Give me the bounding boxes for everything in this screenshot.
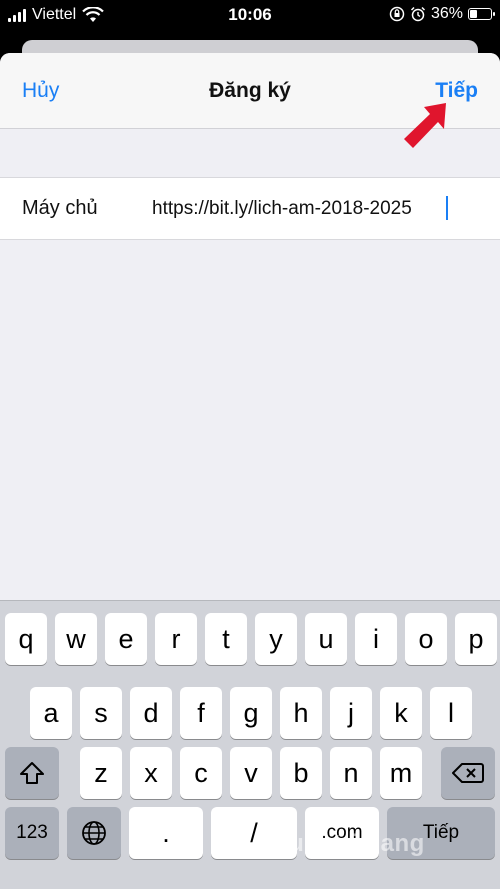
key-u[interactable]: u xyxy=(305,613,347,665)
key-dot[interactable]: . xyxy=(129,807,203,859)
key-o[interactable]: o xyxy=(405,613,447,665)
watermark-logo: Quantrimang xyxy=(270,830,425,857)
key-v[interactable]: v xyxy=(230,747,272,799)
key-b[interactable]: b xyxy=(280,747,322,799)
delete-key[interactable] xyxy=(441,747,495,799)
key-i[interactable]: i xyxy=(355,613,397,665)
battery-percent: 36% xyxy=(430,5,463,22)
shift-key[interactable] xyxy=(5,747,59,799)
key-d[interactable]: d xyxy=(130,687,172,739)
status-right: 36% xyxy=(389,5,495,23)
globe-key[interactable] xyxy=(67,807,121,859)
shift-icon xyxy=(20,762,44,784)
key-c[interactable]: c xyxy=(180,747,222,799)
key-e[interactable]: e xyxy=(105,613,147,665)
server-label: Máy chủ xyxy=(22,197,98,219)
server-input[interactable] xyxy=(152,194,452,224)
battery-fill xyxy=(470,10,478,18)
globe-icon xyxy=(82,821,106,845)
battery-icon xyxy=(468,8,495,20)
red-arrow-icon xyxy=(404,103,446,148)
key-m[interactable]: m xyxy=(380,747,422,799)
key-a[interactable]: a xyxy=(30,687,72,739)
key-n[interactable]: n xyxy=(330,747,372,799)
key-y[interactable]: y xyxy=(255,613,297,665)
server-row[interactable]: Máy chủ xyxy=(0,177,500,240)
keyboard: qwertyuiop asdfghjkl zxcvbnm 123 . / .co… xyxy=(0,600,500,889)
orientation-lock-icon xyxy=(389,6,405,22)
key-g[interactable]: g xyxy=(230,687,272,739)
key-q[interactable]: q xyxy=(5,613,47,665)
key-l[interactable]: l xyxy=(430,687,472,739)
key-h[interactable]: h xyxy=(280,687,322,739)
key-x[interactable]: x xyxy=(130,747,172,799)
key-s[interactable]: s xyxy=(80,687,122,739)
alarm-icon xyxy=(410,6,425,22)
key-z[interactable]: z xyxy=(80,747,122,799)
key-j[interactable]: j xyxy=(330,687,372,739)
key-k[interactable]: k xyxy=(380,687,422,739)
key-w[interactable]: w xyxy=(55,613,97,665)
key-f[interactable]: f xyxy=(180,687,222,739)
text-cursor xyxy=(446,196,448,220)
key-r[interactable]: r xyxy=(155,613,197,665)
key-t[interactable]: t xyxy=(205,613,247,665)
backspace-icon xyxy=(452,763,484,783)
status-bar: Viettel 10:06 36% xyxy=(0,0,500,30)
key-p[interactable]: p xyxy=(455,613,497,665)
numbers-key[interactable]: 123 xyxy=(5,807,59,859)
